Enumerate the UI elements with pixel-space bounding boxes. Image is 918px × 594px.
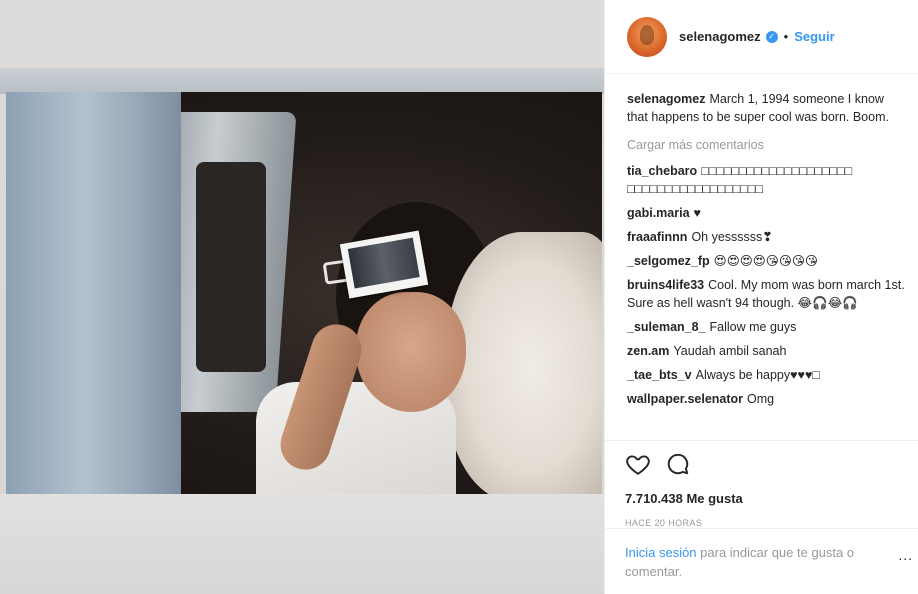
- comment-text: Always be happy♥♥♥□: [695, 368, 820, 382]
- post-actions: 7.710.438 Me gusta HACE 20 HORAS: [605, 440, 918, 528]
- comment-username[interactable]: _selgomez_fp: [627, 254, 710, 268]
- polaroid-image: [6, 92, 602, 494]
- comment-username[interactable]: wallpaper.selenator: [627, 392, 743, 406]
- comments-list: selenagomez March 1, 1994 someone I know …: [627, 90, 907, 414]
- comment-username[interactable]: tia_chebaro: [627, 164, 697, 178]
- comment-text: ♥: [693, 206, 701, 220]
- caption: selenagomez March 1, 1994 someone I know …: [627, 90, 907, 126]
- heart-icon[interactable]: [625, 451, 651, 477]
- fur-pillow: [446, 232, 602, 494]
- comment-username[interactable]: _suleman_8_: [627, 320, 706, 334]
- likes-count[interactable]: 7.710.438 Me gusta: [625, 491, 899, 506]
- comment-item: zen.am Yaudah ambil sanah: [627, 342, 907, 360]
- avatar[interactable]: [627, 16, 667, 57]
- car-window-glass: [196, 162, 266, 372]
- comment-text: Omg: [747, 392, 775, 406]
- comment-text: Oh yessssss❣: [691, 230, 773, 244]
- post-side-panel: selenagomez ✓ • Seguir selenagomez March …: [604, 0, 918, 594]
- comment-username[interactable]: _tae_bts_v: [627, 368, 692, 382]
- comment-username[interactable]: gabi.maria: [627, 206, 690, 220]
- photo-band: [0, 68, 604, 94]
- comment-text: 😍😍😍😍😘😘😘😘: [713, 254, 818, 268]
- comment-item: wallpaper.selenator Omg: [627, 390, 907, 408]
- action-icons: [625, 451, 899, 477]
- more-options-icon[interactable]: ...: [898, 546, 913, 565]
- post-header: selenagomez ✓ • Seguir: [605, 0, 918, 74]
- post-photo[interactable]: [0, 0, 604, 594]
- comment-username[interactable]: fraaafinnn: [627, 230, 687, 244]
- jeans-leg: [6, 92, 181, 494]
- comment-item: _tae_bts_v Always be happy♥♥♥□: [627, 366, 907, 384]
- follow-button[interactable]: Seguir: [794, 29, 834, 44]
- load-more-comments[interactable]: Cargar más comentarios: [627, 136, 907, 154]
- login-prompt: Inicia sesión para indicar que te gusta …: [605, 528, 918, 581]
- person-face: [356, 292, 466, 412]
- photo-bottom-area: [0, 494, 604, 594]
- comment-item: gabi.maria ♥: [627, 204, 907, 222]
- comment-username[interactable]: bruins4life33: [627, 278, 704, 292]
- comment-icon[interactable]: [665, 451, 691, 477]
- comment-item: fraaafinnn Oh yessssss❣: [627, 228, 907, 246]
- comment-item: tia_chebaro □□□□□□□□□□□□□□□□□□□□ □□□□□□□□…: [627, 162, 907, 198]
- login-link[interactable]: Inicia sesión: [625, 545, 697, 560]
- comment-username[interactable]: zen.am: [627, 344, 669, 358]
- post-timestamp: HACE 20 HORAS: [625, 518, 703, 528]
- header-username[interactable]: selenagomez: [679, 29, 761, 44]
- comment-item: _suleman_8_ Fallow me guys: [627, 318, 907, 336]
- comment-text: Fallow me guys: [709, 320, 797, 334]
- comment-item: _selgomez_fp 😍😍😍😍😘😘😘😘: [627, 252, 907, 270]
- caption-username[interactable]: selenagomez: [627, 92, 706, 106]
- comment-item: bruins4life33 Cool. My mom was born march…: [627, 276, 907, 312]
- separator-dot: •: [783, 29, 789, 44]
- verified-badge-icon: ✓: [765, 30, 778, 43]
- photo-top-area: [0, 0, 604, 70]
- comment-text: Yaudah ambil sanah: [673, 344, 787, 358]
